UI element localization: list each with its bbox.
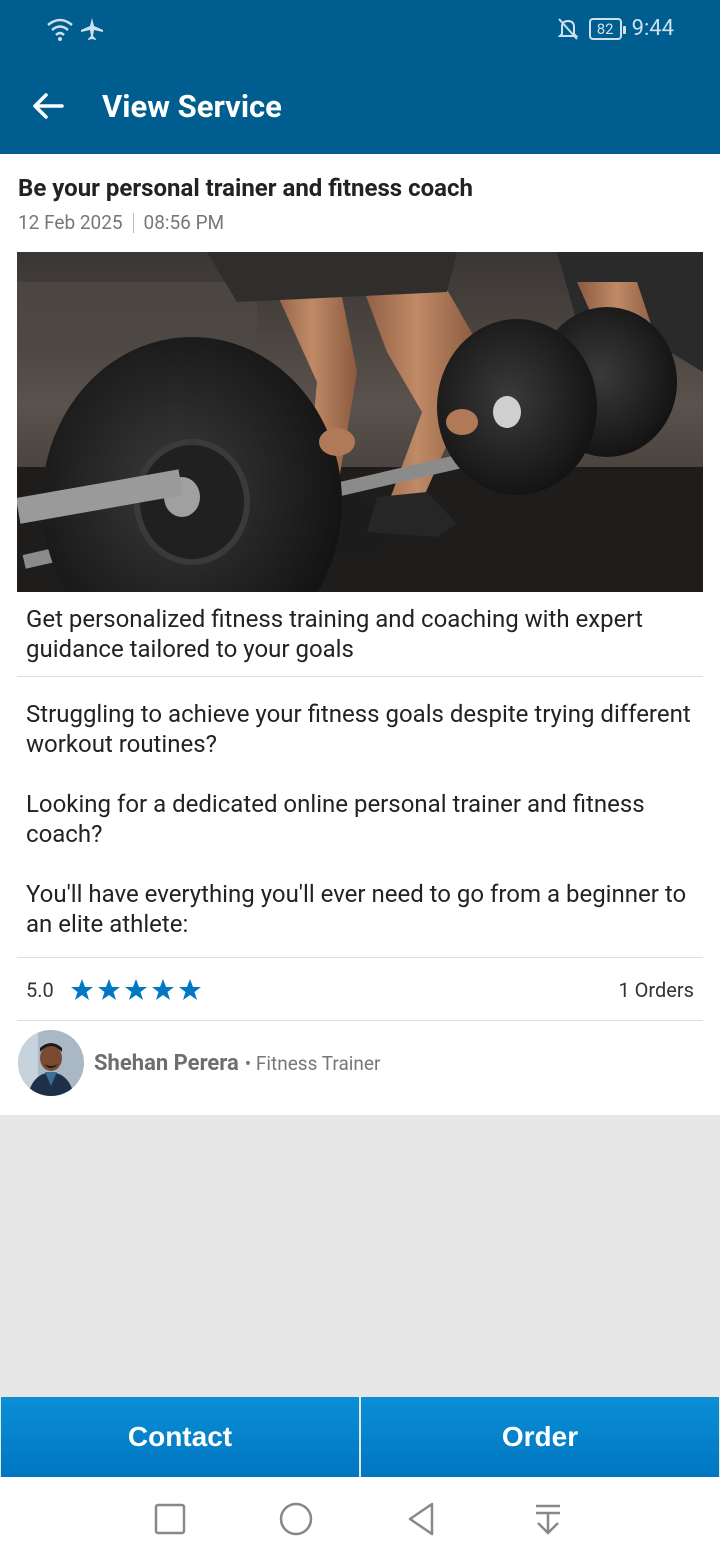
circle-icon[interactable] [276,1499,316,1539]
star-icon [178,979,201,1000]
seller-name[interactable]: Shehan Perera [94,1051,239,1076]
service-date: 12 Feb 2025 [18,211,123,234]
star-icon [97,979,120,1000]
orders-count: 1 Orders [618,978,694,1002]
star-icon [151,979,174,1000]
star-icon [124,979,147,1000]
avatar[interactable] [18,1030,84,1096]
description-paragraph: Looking for a dedicated online personal … [26,790,645,848]
rating-value: 5.0 [26,978,54,1002]
seller-info[interactable]: Shehan Perera • Fitness Trainer [18,1030,380,1096]
arrow-left-icon[interactable] [30,88,66,124]
star-icon [70,979,93,1000]
description-paragraph: You'll have everything you'll ever need … [26,880,687,938]
notifications-off-icon [557,17,579,40]
square-icon[interactable] [150,1499,190,1539]
triangle-back-icon[interactable] [402,1499,442,1539]
system-nav-bar [0,1477,720,1560]
battery-icon: 82 [588,17,626,40]
service-card: Be your personal trainer and fitness coa… [0,154,720,1115]
divider [17,676,703,677]
page-title: View Service [102,88,282,125]
description-paragraph: Struggling to achieve your fitness goals… [26,700,691,758]
rating: 5.0 [26,978,202,1002]
app-bar: View Service [0,60,720,154]
divider [17,957,703,958]
service-image [17,252,703,592]
divider [132,212,134,233]
service-summary: Get personalized fitness training and co… [26,605,643,663]
divider [17,1020,703,1021]
service-description: Struggling to achieve your fitness goals… [26,699,696,969]
wifi-icon [47,18,73,41]
service-title: Be your personal trainer and fitness coa… [18,174,473,202]
service-meta: 12 Feb 2025 08:56 PM [18,211,224,234]
rating-stars [70,978,202,1002]
empty-area [0,1115,720,1397]
order-button[interactable]: Order [361,1397,719,1477]
status-time: 9:44 [631,16,674,41]
status-bar: 82 9:44 [0,0,720,60]
airplane-icon [81,18,103,40]
seller-role: • Fitness Trainer [244,1051,381,1075]
contact-button[interactable]: Contact [1,1397,359,1477]
service-time: 08:56 PM [143,211,225,234]
download-icon[interactable] [528,1499,568,1539]
